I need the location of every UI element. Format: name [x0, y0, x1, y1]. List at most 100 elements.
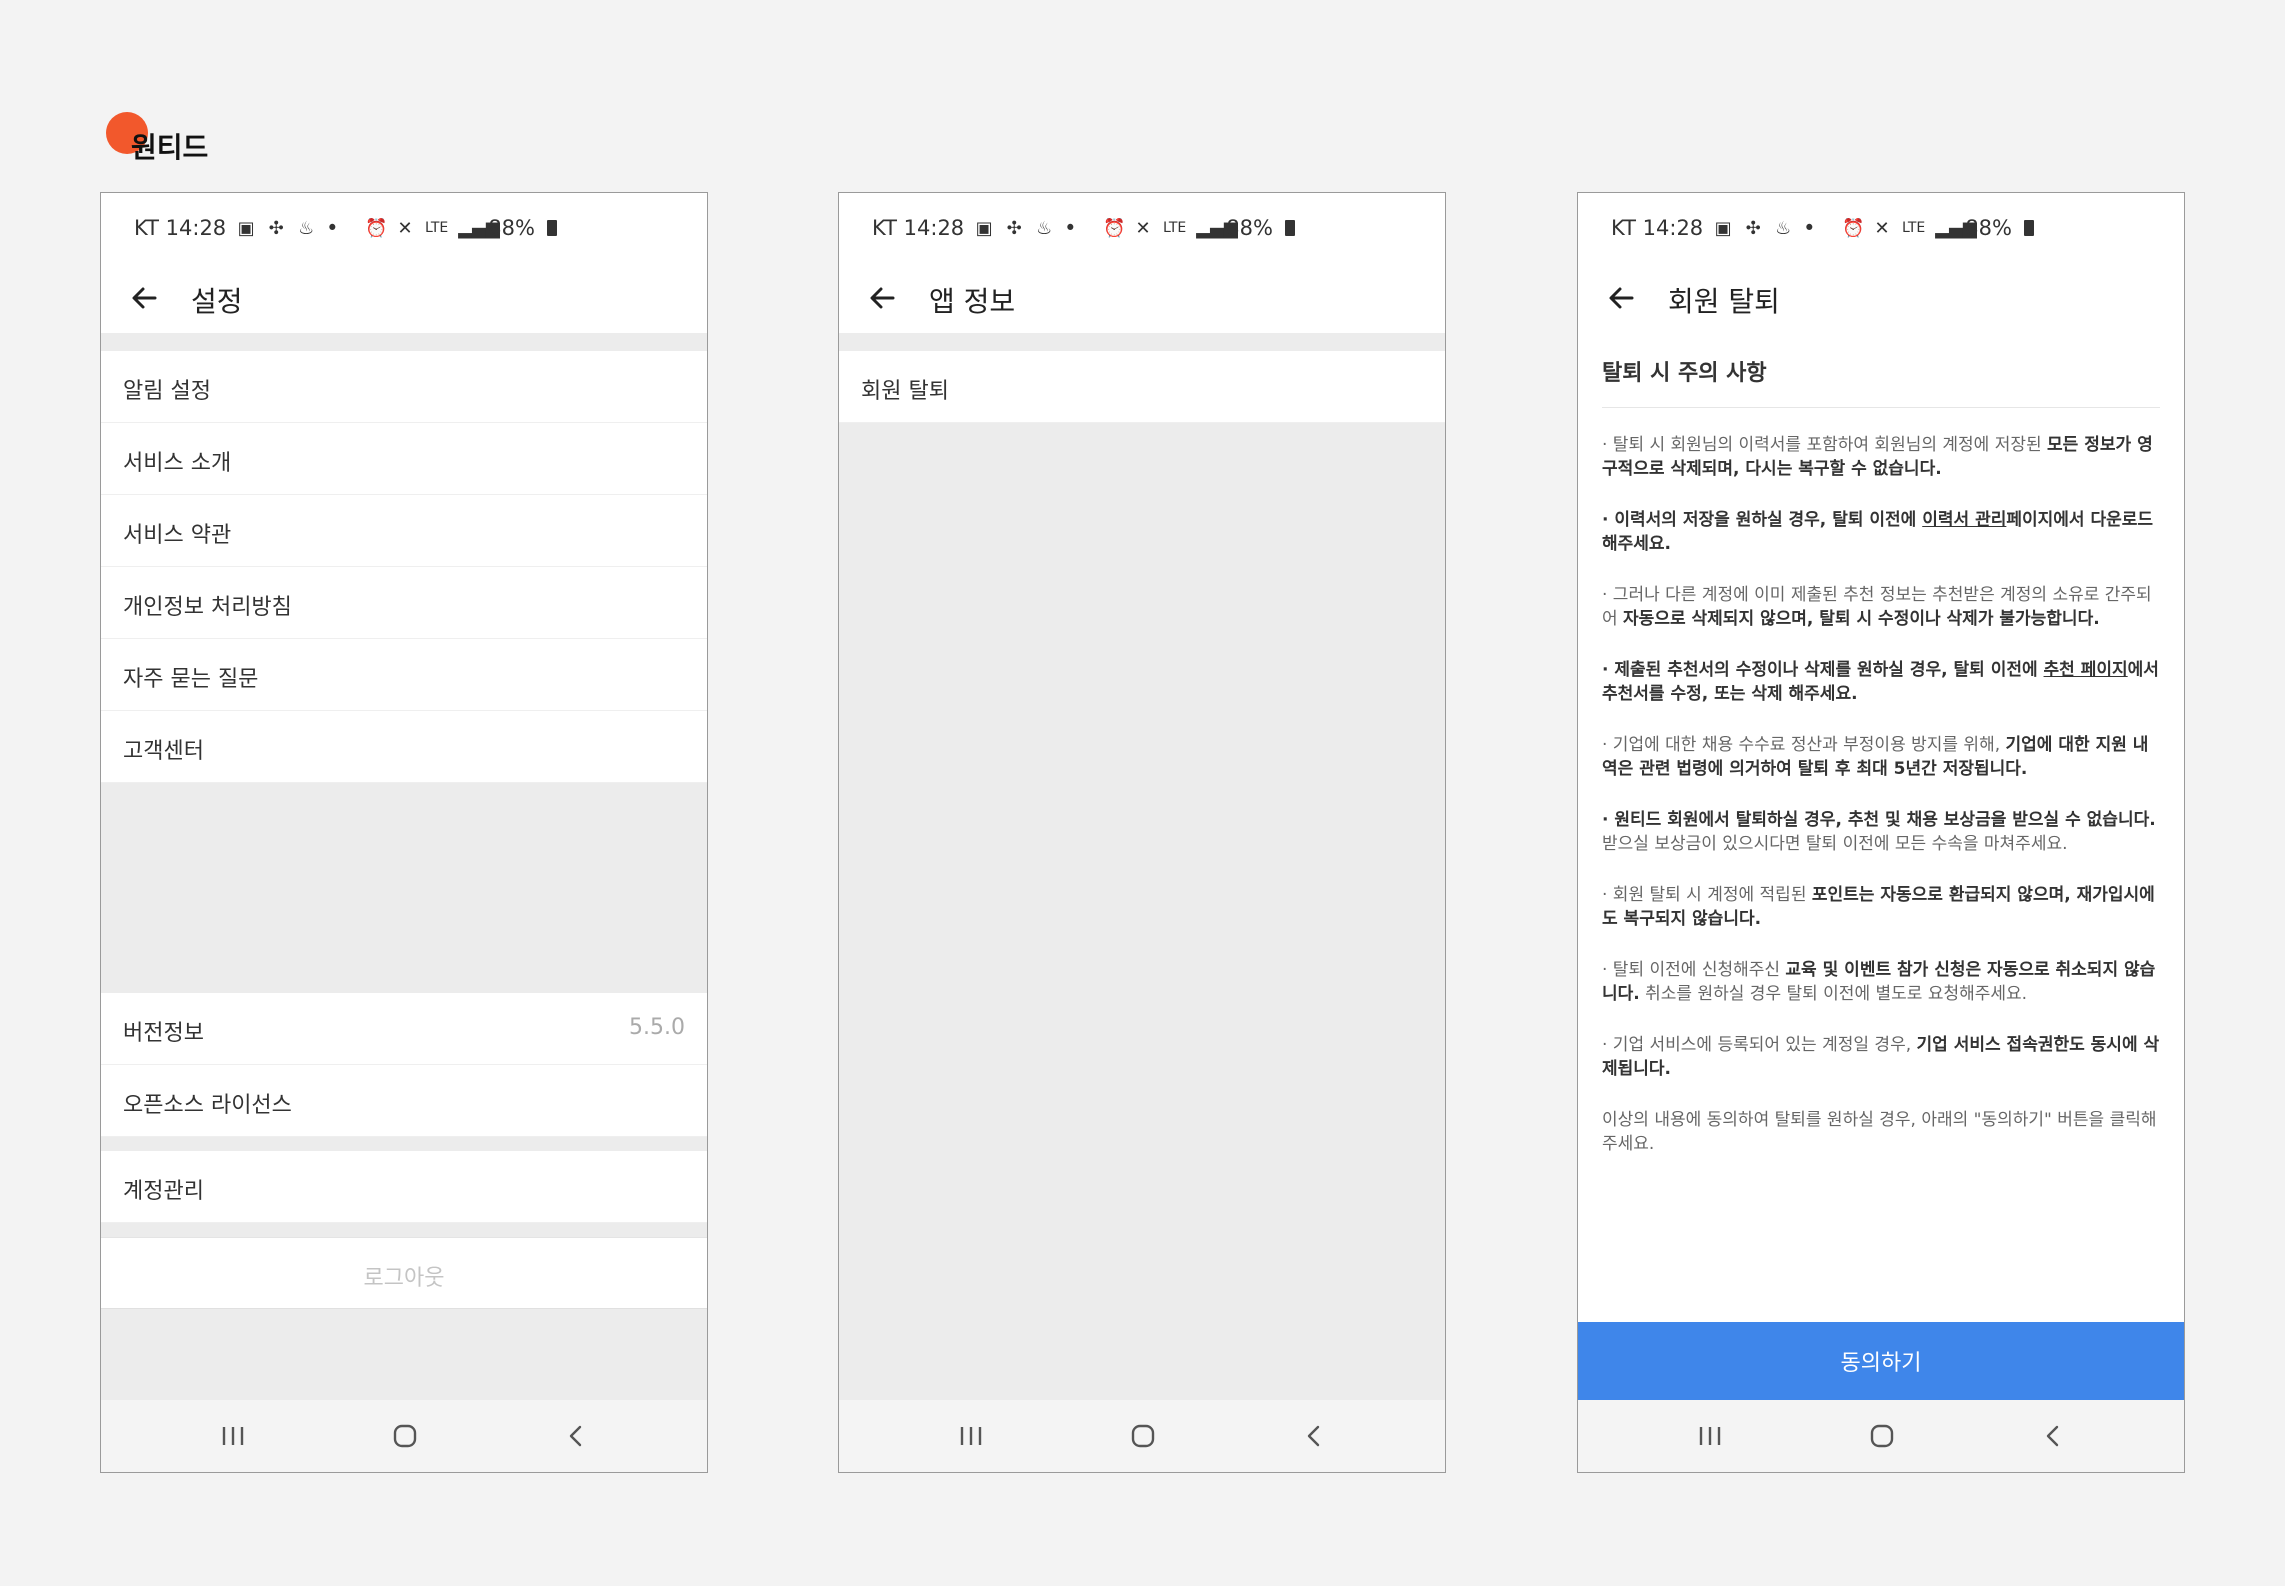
app-bar: 앱 정보: [839, 263, 1445, 333]
app-info-item-withdraw[interactable]: 회원 탈퇴: [839, 351, 1445, 423]
notice-item: · 원티드 회원에서 탈퇴하실 경우, 추천 및 채용 보상금을 받으실 수 없…: [1602, 810, 2156, 854]
slack-icon: ✣: [1006, 217, 1022, 239]
dot-icon: •: [1803, 216, 1816, 240]
nav-bar: [839, 1400, 1445, 1472]
item-label: 서비스 약관: [123, 523, 232, 548]
page-title: 회원 탈퇴: [1668, 285, 1780, 318]
back-nav-icon[interactable]: [556, 1416, 596, 1456]
network-label: LTE: [1902, 220, 1926, 236]
app-bar: 설정: [101, 263, 707, 333]
battery-level: 88%: [488, 216, 535, 240]
item-label: 오픈소스 라이선스: [123, 1093, 292, 1118]
nav-bar: [101, 1400, 707, 1472]
mute-icon: ✕: [1135, 217, 1151, 239]
notice-item: · 제출된 추천서의 수정이나 삭제를 원하실 경우, 탈퇴 이전에 추천 페이…: [1602, 660, 2159, 704]
phone-app-info: KT 14:28 ▣ ✣ ♨ • ⏰ ✕ LTE ▂▄▆ 88% 앱 정보 회원…: [838, 192, 1446, 1473]
carrier-time: KT 14:28: [1611, 216, 1704, 240]
app-icon: ♨: [1036, 217, 1053, 239]
image-icon: ▣: [237, 217, 255, 239]
notice-list: · 탈퇴 시 회원님의 이력서를 포함하여 회원님의 계정에 저장된 모든 정보…: [1602, 433, 2160, 1183]
settings-item-service-intro[interactable]: 서비스 소개: [101, 423, 707, 495]
signal-icon: ▂▄▆: [458, 217, 500, 239]
page-title: 설정: [191, 285, 243, 318]
logout-label: 로그아웃: [363, 1266, 445, 1291]
item-label: 계정관리: [123, 1179, 204, 1204]
dot-icon: •: [326, 216, 339, 240]
slack-icon: ✣: [1745, 217, 1761, 239]
home-icon[interactable]: [385, 1416, 425, 1456]
recent-apps-icon[interactable]: [1690, 1416, 1730, 1456]
notice-divider: [1602, 407, 2160, 408]
version-section: 버전정보 5.5.0 오픈소스 라이선스: [101, 993, 707, 1137]
item-label: 개인정보 처리방침: [123, 595, 292, 620]
signal-icon: ▂▄▆: [1196, 217, 1238, 239]
item-label: 자주 묻는 질문: [123, 667, 259, 692]
version-value: 5.5.0: [629, 1015, 685, 1040]
network-label: LTE: [425, 220, 449, 236]
notice-heading: 탈퇴 시 주의 사항: [1602, 361, 1767, 386]
battery-level: 88%: [1965, 216, 2012, 240]
carrier-time: KT 14:28: [872, 216, 965, 240]
page-title: 앱 정보: [929, 285, 1016, 318]
settings-item-faq[interactable]: 자주 묻는 질문: [101, 639, 707, 711]
app-info-list: 회원 탈퇴: [839, 351, 1445, 423]
alarm-icon: ⏰: [1103, 217, 1126, 239]
notice-item: · 기업에 대한 채용 수수료 정산과 부정이용 방지를 위해, 기업에 대한 …: [1602, 735, 2149, 779]
battery-level: 88%: [1226, 216, 1273, 240]
phone-settings: KT 14:28 ▣ ✣ ♨ • ⏰ ✕ LTE ▂▄▆ 88% 설정 알림 설…: [100, 192, 708, 1473]
logout-button[interactable]: 로그아웃: [101, 1237, 707, 1309]
battery-icon: [546, 220, 557, 236]
notice-item: · 회원 탈퇴 시 계정에 적립된 포인트는 자동으로 환급되지 않으며, 재가…: [1602, 885, 2155, 929]
nav-bar: [1578, 1400, 2184, 1472]
app-bar: 회원 탈퇴: [1578, 263, 2184, 333]
settings-item-open-source[interactable]: 오픈소스 라이선스: [101, 1065, 707, 1137]
notice-item: · 이력서의 저장을 원하실 경우, 탈퇴 이전에 이력서 관리페이지에서 다운…: [1602, 510, 2154, 554]
recent-apps-icon[interactable]: [951, 1416, 991, 1456]
back-nav-icon[interactable]: [2033, 1416, 2073, 1456]
home-icon[interactable]: [1123, 1416, 1163, 1456]
agree-button[interactable]: 동의하기: [1578, 1322, 2184, 1400]
slack-icon: ✣: [268, 217, 284, 239]
brand-name: 원티드: [131, 131, 209, 164]
settings-item-notifications[interactable]: 알림 설정: [101, 351, 707, 423]
settings-item-terms[interactable]: 서비스 약관: [101, 495, 707, 567]
item-label: 고객센터: [123, 739, 204, 764]
app-icon: ♨: [298, 217, 315, 239]
settings-item-version[interactable]: 버전정보 5.5.0: [101, 993, 707, 1065]
image-icon: ▣: [1714, 217, 1732, 239]
notice-item: 이상의 내용에 동의하여 탈퇴를 원하실 경우, 아래의 "동의하기" 버튼을 …: [1602, 1110, 2157, 1154]
recent-apps-icon[interactable]: [213, 1416, 253, 1456]
settings-list: 알림 설정 서비스 소개 서비스 약관 개인정보 처리방침 자주 묻는 질문 고…: [101, 351, 707, 783]
battery-icon: [1284, 220, 1295, 236]
notice-item: · 그러나 다른 계정에 이미 제출된 추천 정보는 추천받은 계정의 소유로 …: [1602, 585, 2152, 629]
back-arrow-icon[interactable]: [863, 278, 903, 318]
mute-icon: ✕: [397, 217, 413, 239]
settings-item-account[interactable]: 계정관리: [101, 1151, 707, 1223]
battery-icon: [2023, 220, 2034, 236]
back-arrow-icon[interactable]: [125, 278, 165, 318]
alarm-icon: ⏰: [1842, 217, 1865, 239]
back-arrow-icon[interactable]: [1602, 278, 1642, 318]
withdraw-content: 탈퇴 시 주의 사항 · 탈퇴 시 회원님의 이력서를 포함하여 회원님의 계정…: [1578, 333, 2184, 1400]
image-icon: ▣: [975, 217, 993, 239]
logout-section: 로그아웃: [101, 1237, 707, 1309]
signal-icon: ▂▄▆: [1935, 217, 1977, 239]
item-label: 회원 탈퇴: [861, 379, 949, 404]
settings-item-support[interactable]: 고객센터: [101, 711, 707, 783]
dot-icon: •: [1064, 216, 1077, 240]
phone-withdraw: KT 14:28 ▣ ✣ ♨ • ⏰ ✕ LTE ▂▄▆ 88% 회원 탈퇴 탈…: [1577, 192, 2185, 1473]
home-icon[interactable]: [1862, 1416, 1902, 1456]
back-nav-icon[interactable]: [1294, 1416, 1334, 1456]
item-label: 알림 설정: [123, 379, 211, 404]
settings-item-privacy[interactable]: 개인정보 처리방침: [101, 567, 707, 639]
mute-icon: ✕: [1874, 217, 1890, 239]
notice-item: · 기업 서비스에 등록되어 있는 계정일 경우, 기업 서비스 접속권한도 동…: [1602, 1035, 2160, 1079]
item-label: 버전정보: [123, 1021, 204, 1046]
status-bar: KT 14:28 ▣ ✣ ♨ • ⏰ ✕ LTE ▂▄▆ 88%: [839, 193, 1445, 263]
item-label: 서비스 소개: [123, 451, 232, 476]
notice-item: · 탈퇴 이전에 신청해주신 교육 및 이벤트 참가 신청은 자동으로 취소되지…: [1602, 960, 2156, 1004]
notice-item: · 탈퇴 시 회원님의 이력서를 포함하여 회원님의 계정에 저장된 모든 정보…: [1602, 435, 2153, 479]
status-bar: KT 14:28 ▣ ✣ ♨ • ⏰ ✕ LTE ▂▄▆ 88%: [1578, 193, 2184, 263]
account-section: 계정관리: [101, 1151, 707, 1223]
alarm-icon: ⏰: [365, 217, 388, 239]
